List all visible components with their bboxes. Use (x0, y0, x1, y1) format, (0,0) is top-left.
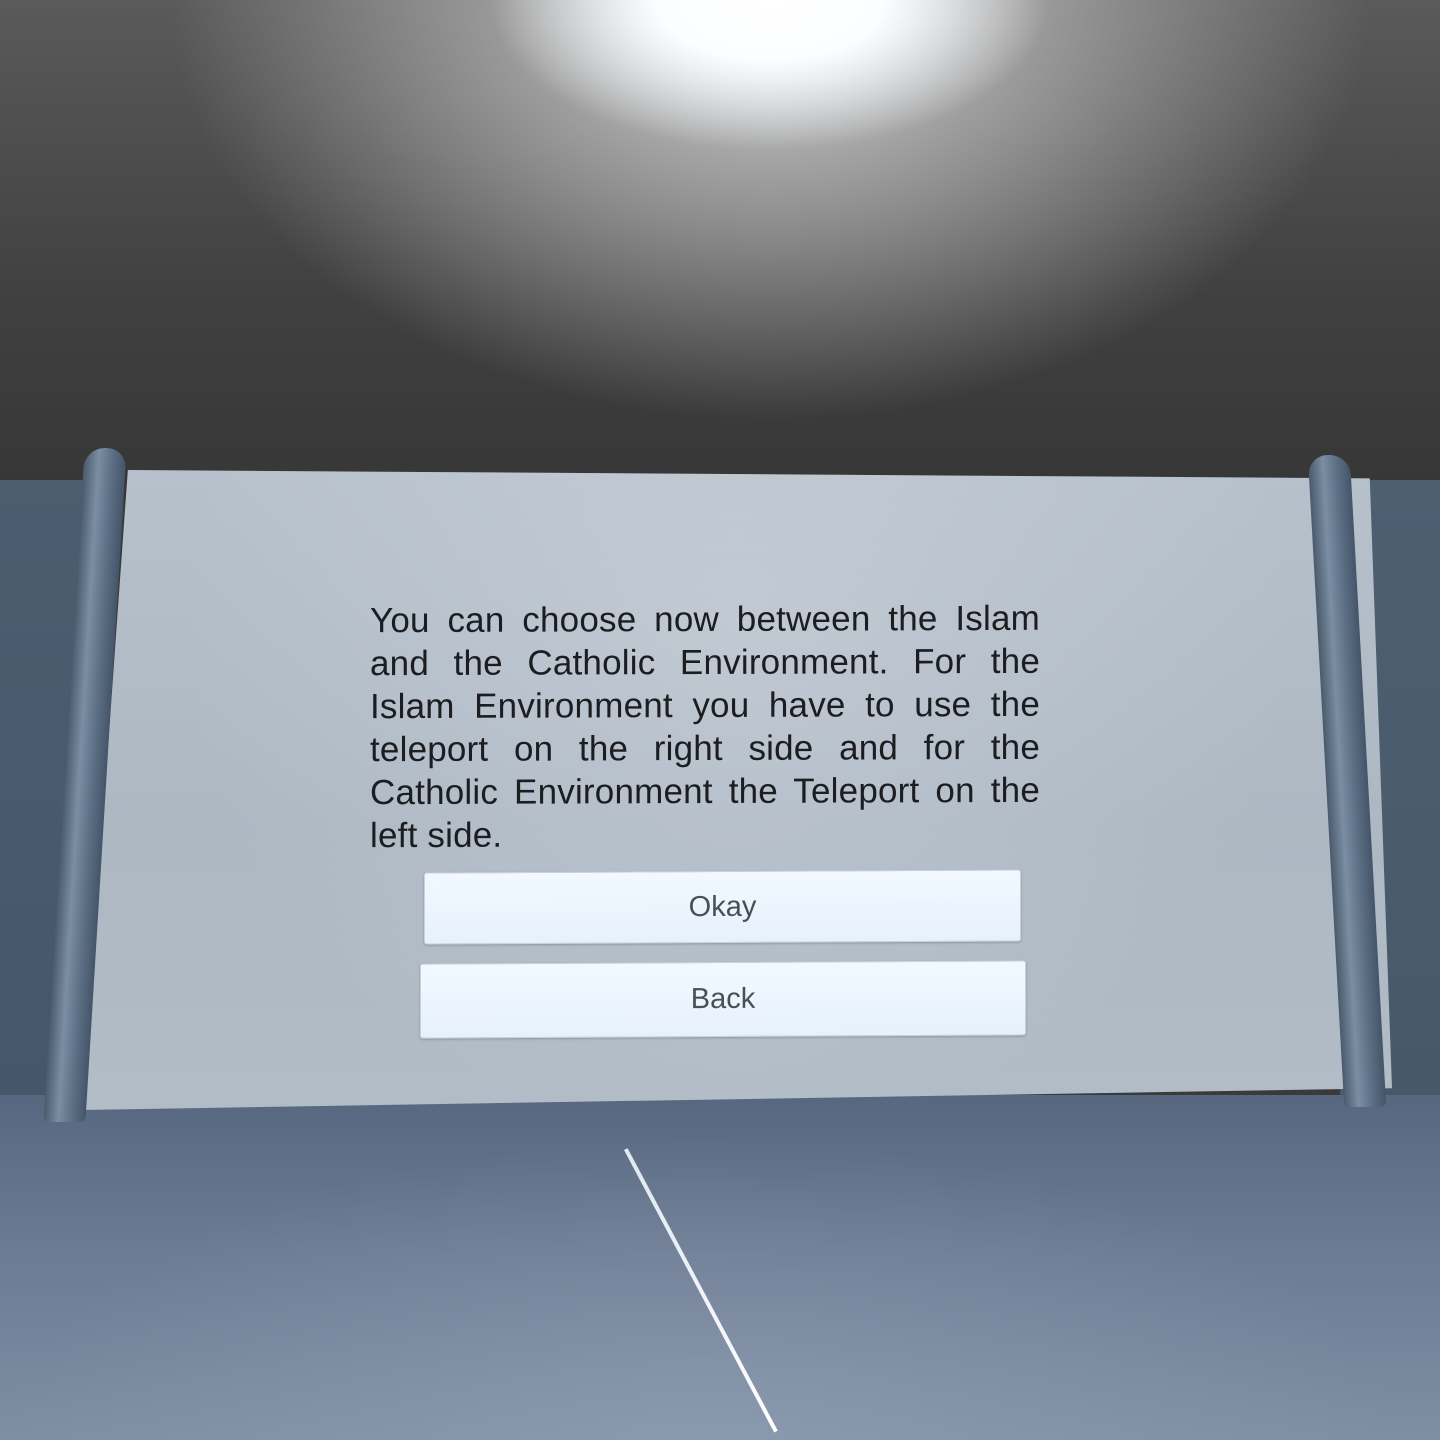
floor-glow (0, 1095, 1440, 1440)
okay-button[interactable]: Okay (424, 869, 1021, 945)
ceiling-with-light (0, 0, 1440, 500)
instruction-message: You can choose now between the Islam and… (370, 598, 1040, 856)
vr-scene: You can choose now between the Islam and… (0, 0, 1440, 1440)
back-button[interactable]: Back (420, 960, 1026, 1039)
